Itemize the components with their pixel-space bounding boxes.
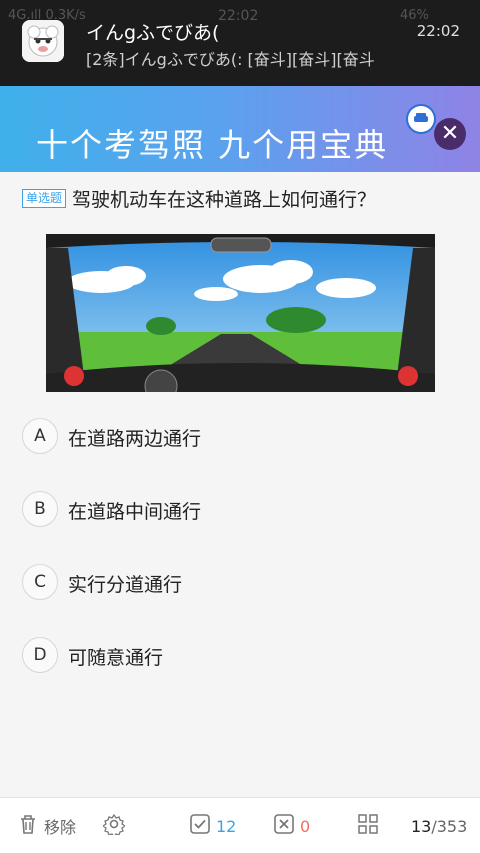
sender-avatar [22, 20, 64, 62]
notification-title: イんgふでびあ( [86, 22, 220, 44]
option-text: 在道路中间通行 [68, 501, 202, 523]
grid-icon [358, 814, 378, 838]
remove-label: 移除 [44, 818, 77, 837]
page-indicator: 13/353 [411, 814, 467, 838]
remove-button[interactable]: 移除 [18, 814, 76, 838]
option-text: 可随意通行 [68, 647, 164, 669]
close-banner-button[interactable]: ✕ [434, 118, 466, 150]
notification-message: [2条]イんgふでびあ(: [奋斗][奋斗][奋斗 [86, 50, 375, 69]
wrong-count: 0 [300, 816, 311, 836]
ad-banner[interactable]: 十个考驾照 九个用宝典 [0, 86, 480, 172]
option-letter: D [22, 637, 58, 673]
check-box-icon [190, 814, 210, 838]
settings-button[interactable] [101, 813, 127, 839]
option-text: 实行分道通行 [68, 574, 183, 596]
banner-slogan: 十个考驾照 九个用宝典 [36, 126, 389, 164]
cross-box-icon [274, 814, 294, 838]
option-text: 在道路两边通行 [68, 428, 202, 450]
option-d[interactable]: D 可随意通行 [22, 637, 462, 677]
correct-count-button[interactable]: 12 [190, 814, 236, 838]
question-text: 驾驶机动车在这种道路上如何通行？ [72, 189, 377, 211]
status-battery: 46% [400, 8, 429, 23]
question-image [46, 234, 435, 403]
car-badge-icon [408, 106, 434, 132]
option-b[interactable]: B 在道路中间通行 [22, 491, 462, 531]
option-letter: C [22, 564, 58, 600]
option-c[interactable]: C 实行分道通行 [22, 564, 462, 604]
option-letter: B [22, 491, 58, 527]
trash-icon [18, 813, 38, 839]
gear-icon [101, 813, 127, 839]
wrong-count-button[interactable]: 0 [274, 814, 310, 838]
correct-count: 12 [216, 816, 237, 836]
total-pages: /353 [431, 816, 468, 836]
question-type-tag: 单选题 [22, 189, 67, 208]
option-a[interactable]: A 在道路两边通行 [22, 418, 462, 458]
option-letter: A [22, 418, 58, 454]
question-grid-button[interactable] [358, 814, 378, 838]
notification-banner[interactable]: 4G.ıll 0.3K/s 22:02 46% イんgふでびあ( [2条]イんg… [0, 0, 480, 86]
current-page: 13 [411, 816, 432, 836]
status-time: 22:02 [218, 8, 259, 24]
bottom-toolbar: 移除 12 0 13/353 [0, 797, 480, 853]
notification-time: 22:02 [416, 22, 460, 40]
